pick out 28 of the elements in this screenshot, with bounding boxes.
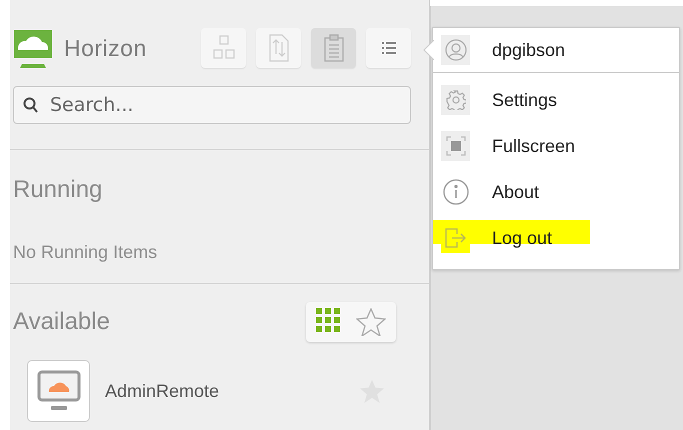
menu-item[interactable]: About: [433, 169, 679, 215]
section-heading: Running: [13, 176, 104, 204]
toolbar-button[interactable]: [366, 28, 411, 68]
username: dpgibson: [492, 40, 566, 60]
app-name[interactable]: AdminRemote: [105, 380, 359, 402]
logout-icon: [444, 228, 466, 248]
user-icon: [444, 39, 466, 61]
menu-item[interactable]: Fullscreen: [433, 123, 679, 169]
list-icon: [382, 42, 396, 54]
fullscreen-icon: [446, 136, 466, 156]
info-icon: [442, 179, 468, 205]
monitor-cloud-logo-icon: [12, 28, 54, 68]
star-icon: [356, 308, 386, 336]
grid-icon: [316, 308, 340, 332]
boxes-icon: [212, 35, 234, 61]
clipboard-icon: [324, 34, 344, 62]
desktop-cloud-icon: [36, 370, 80, 412]
app-name: Horizon: [64, 34, 147, 62]
toolbar-button[interactable]: [256, 28, 301, 68]
search-field[interactable]: Search...: [13, 86, 411, 124]
file-transfer-icon: [268, 34, 288, 62]
gear-icon: [446, 90, 466, 110]
app-tile[interactable]: [27, 360, 90, 422]
empty-message: No Running Items: [13, 242, 158, 263]
toolbar-button[interactable]: [201, 28, 246, 68]
toolbar-button[interactable]: [311, 28, 356, 68]
menu-item[interactable]: Settings: [433, 77, 679, 123]
section-heading: Available: [13, 308, 110, 336]
